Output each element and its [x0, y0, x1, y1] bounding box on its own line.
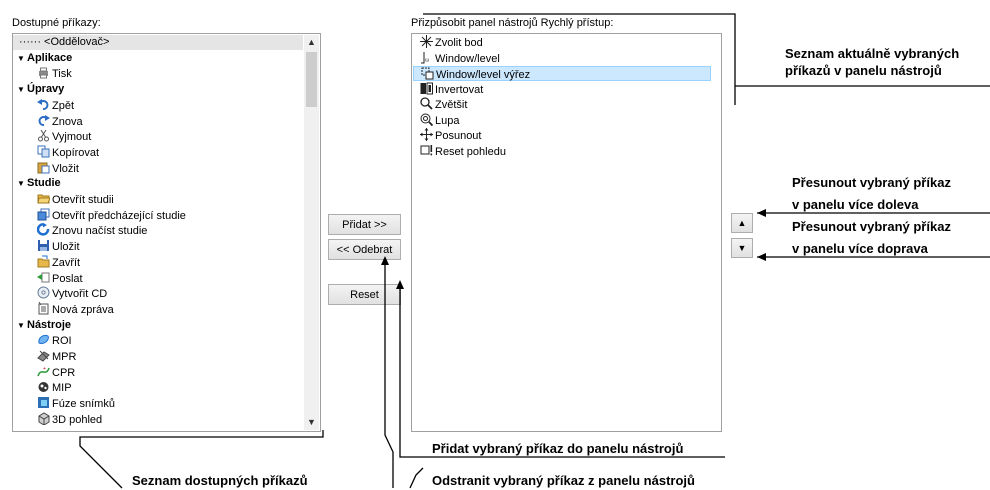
annotation-move-right-2: v panelu více doprava: [792, 241, 928, 256]
annotation-selected-list-2: příkazů v panelu nástrojů: [785, 63, 942, 78]
annotation-remove-command: Odstranit vybraný příkaz z panelu nástro…: [432, 473, 695, 488]
annotation-move-left-2: v panelu více doleva: [792, 197, 919, 212]
annotation-move-left-1: Přesunout vybraný příkaz: [792, 175, 951, 190]
annotation-selected-list-1: Seznam aktuálně vybraných: [785, 46, 960, 61]
annotation-move-right-1: Přesunout vybraný příkaz: [792, 219, 951, 234]
annotation-available-list: Seznam dostupných příkazů: [132, 473, 308, 488]
annotation-add-command: Přidat vybraný příkaz do panelu nástrojů: [432, 441, 684, 456]
